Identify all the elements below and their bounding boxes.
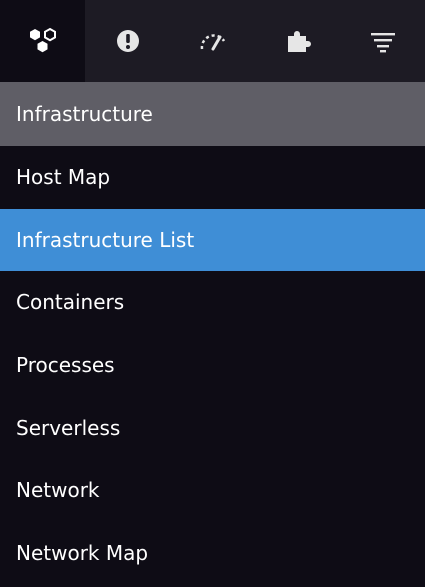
infrastructure-hexagons-icon bbox=[28, 27, 58, 55]
nav-item-label: Serverless bbox=[16, 415, 121, 440]
nav-item-label: Infrastructure List bbox=[16, 227, 195, 252]
icon-tab-bar bbox=[0, 0, 425, 82]
speedometer-icon bbox=[198, 29, 228, 53]
tab-monitors[interactable] bbox=[85, 0, 170, 82]
tab-infrastructure[interactable] bbox=[0, 0, 85, 82]
section-title: Infrastructure bbox=[16, 102, 153, 126]
section-header: Infrastructure bbox=[0, 82, 425, 146]
nav-item-label: Network bbox=[16, 478, 100, 503]
nav-item-infrastructure-list[interactable]: Infrastructure List bbox=[0, 208, 425, 272]
nav-item-network-map[interactable]: Network Map bbox=[0, 522, 425, 585]
nav-item-label: Processes bbox=[16, 353, 115, 378]
nav-item-containers[interactable]: Containers bbox=[0, 271, 425, 334]
puzzle-piece-icon bbox=[285, 28, 311, 54]
tab-dashboards[interactable] bbox=[170, 0, 255, 82]
nav-list: Host Map Infrastructure List Containers … bbox=[0, 146, 425, 584]
tab-integrations[interactable] bbox=[255, 0, 340, 82]
nav-item-network[interactable]: Network bbox=[0, 459, 425, 522]
nav-item-processes[interactable]: Processes bbox=[0, 334, 425, 397]
side-menu: Infrastructure Host Map Infrastructure L… bbox=[0, 0, 425, 587]
alert-circle-icon bbox=[116, 29, 140, 53]
nav-item-label: Network Map bbox=[16, 540, 149, 565]
nav-item-label: Containers bbox=[16, 290, 125, 315]
nav-item-label: Host Map bbox=[16, 165, 111, 190]
tab-logs[interactable] bbox=[340, 0, 425, 82]
nav-item-host-map[interactable]: Host Map bbox=[0, 146, 425, 209]
nav-item-serverless[interactable]: Serverless bbox=[0, 396, 425, 459]
filter-lines-icon bbox=[369, 29, 397, 53]
